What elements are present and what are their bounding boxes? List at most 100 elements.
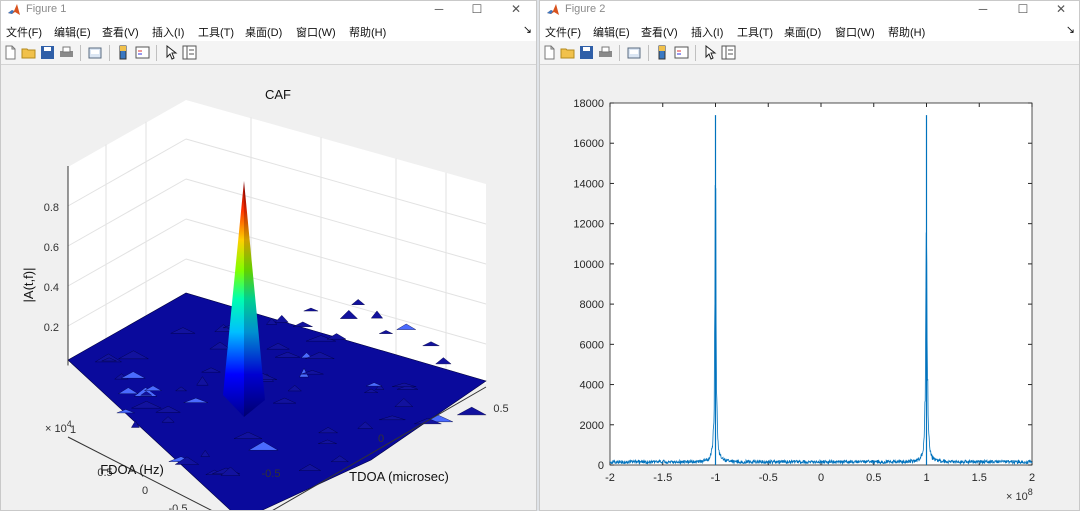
plot-title: CAF [265, 87, 291, 102]
minimize-icon[interactable]: ─ [421, 1, 457, 19]
link-plot-icon[interactable] [627, 45, 642, 60]
y-tick-label: 16000 [573, 138, 604, 150]
new-file-icon[interactable] [3, 45, 18, 60]
dock-arrow-icon[interactable]: ↘ [523, 23, 532, 36]
menu-help[interactable]: 帮助(H) [349, 24, 386, 40]
tdoa-tick-label: 0.5 [493, 403, 508, 415]
save-icon[interactable] [579, 45, 594, 60]
x-tick-label: 1 [923, 472, 929, 484]
menu-desktop[interactable]: 桌面(D) [784, 24, 821, 40]
figure-canvas: -2 -1.5 -1 -0.5 0 0.5 1 1.5 2 0 2000 4000 6000 8000 10… [540, 65, 1079, 510]
plot-area [609, 102, 1033, 466]
x-tick-label: -2 [605, 472, 615, 484]
x-axis-label: TDOA (microsec) [349, 469, 449, 484]
property-editor-icon[interactable] [182, 45, 197, 60]
menu-edit[interactable]: 编辑(E) [54, 24, 91, 40]
x-tick-label: -1.5 [653, 472, 672, 484]
surface-ripple [457, 406, 487, 416]
x-tick-label: 0.5 [866, 472, 881, 484]
y-axis-label: FDOA (Hz) [100, 462, 164, 477]
save-icon[interactable] [40, 45, 55, 60]
menu-view[interactable]: 查看(V) [641, 24, 678, 40]
x-tick-label: 0 [818, 472, 824, 484]
menu-tools[interactable]: 工具(T) [198, 24, 234, 40]
menu-insert[interactable]: 插入(I) [691, 24, 723, 40]
menu-window[interactable]: 窗口(W) [296, 24, 336, 40]
menu-tools[interactable]: 工具(T) [737, 24, 773, 40]
menu-insert[interactable]: 插入(I) [152, 24, 184, 40]
y-tick-label: 14000 [573, 178, 604, 190]
z-tick-label: 0.8 [44, 202, 59, 214]
matlab-logo-icon [547, 4, 559, 15]
z-axis-label: |A(t,f)| [21, 268, 36, 303]
menu-file[interactable]: 文件(F) [6, 24, 42, 40]
fdoa-tick-label: 0 [142, 485, 148, 497]
menu-view[interactable]: 查看(V) [102, 24, 139, 40]
toolbar [1, 41, 536, 65]
y-tick-label: 10000 [573, 259, 604, 271]
toolbar-separator [109, 45, 110, 61]
close-icon[interactable]: ✕ [1043, 1, 1079, 19]
x-exponent: × 108 [1006, 487, 1033, 503]
toolbar-separator [695, 45, 696, 61]
menu-bar: 文件(F) 编辑(E) 查看(V) 插入(I) 工具(T) 桌面(D) 窗口(W… [540, 19, 1079, 41]
figure-canvas: 0.20.40.60.810.50-0.5-1-0.500.5 CAF |A(t… [1, 65, 536, 510]
new-file-icon[interactable] [542, 45, 557, 60]
matlab-logo-icon [8, 4, 20, 15]
y-tick-label: 6000 [580, 339, 604, 351]
window-title: Figure 1 [26, 3, 67, 15]
close-icon[interactable]: ✕ [498, 1, 534, 19]
surface-plot[interactable]: 0.20.40.60.810.50-0.5-1-0.500.5 CAF |A(t… [1, 65, 536, 511]
maximize-icon[interactable]: ☐ [1005, 1, 1041, 19]
maximize-icon[interactable]: ☐ [459, 1, 495, 19]
window-title: Figure 2 [565, 3, 606, 15]
link-plot-icon[interactable] [88, 45, 103, 60]
dock-arrow-icon[interactable]: ↘ [1066, 23, 1075, 36]
menu-desktop[interactable]: 桌面(D) [245, 24, 282, 40]
x-tick-label: -1 [711, 472, 721, 484]
toolbar [540, 41, 1079, 65]
y-tick-label: 2000 [580, 420, 604, 432]
toolbar-separator [156, 45, 157, 61]
z-tick-label: 0.2 [44, 322, 59, 334]
legend-icon[interactable] [135, 45, 150, 60]
title-bar[interactable]: Figure 2 ─ ☐ ✕ [540, 1, 1079, 19]
title-bar[interactable]: Figure 1 ─ ☐ ✕ [1, 1, 536, 19]
menu-window[interactable]: 窗口(W) [835, 24, 875, 40]
colorbar-icon[interactable] [655, 45, 670, 60]
toolbar-separator [80, 45, 81, 61]
z-tick-label: 0.6 [44, 242, 59, 254]
y-tick-label: 8000 [580, 299, 604, 311]
fdoa-exponent: × 104 [45, 419, 72, 435]
spectrum-plot[interactable]: -2 -1.5 -1 -0.5 0 0.5 1 1.5 2 0 2000 4000 6000 8000 10… [540, 65, 1079, 511]
print-icon[interactable] [598, 45, 613, 60]
menu-help[interactable]: 帮助(H) [888, 24, 925, 40]
menu-edit[interactable]: 编辑(E) [593, 24, 630, 40]
toolbar-separator [619, 45, 620, 61]
tdoa-tick-label: 0 [378, 433, 384, 445]
x-tick-label: 1.5 [972, 472, 987, 484]
open-folder-icon[interactable] [560, 45, 575, 60]
legend-icon[interactable] [674, 45, 689, 60]
y-tick-label: 0 [598, 460, 604, 472]
property-editor-icon[interactable] [721, 45, 736, 60]
y-tick-label: 12000 [573, 219, 604, 231]
x-tick-label: -0.5 [759, 472, 778, 484]
z-tick-label: 0.4 [44, 282, 59, 294]
pointer-icon[interactable] [702, 45, 717, 60]
fdoa-tick-label: -0.5 [169, 503, 188, 511]
y-tick-label: 4000 [580, 380, 604, 392]
y-tick-label: 18000 [573, 98, 604, 110]
figure-1-window: Figure 1 ─ ☐ ✕ 文件(F) 编辑(E) 查看(V) 插入(I) 工… [0, 0, 537, 511]
toolbar-separator [648, 45, 649, 61]
open-folder-icon[interactable] [21, 45, 36, 60]
print-icon[interactable] [59, 45, 74, 60]
minimize-icon[interactable]: ─ [965, 1, 1001, 19]
pointer-icon[interactable] [163, 45, 178, 60]
colorbar-icon[interactable] [116, 45, 131, 60]
figure-2-window: Figure 2 ─ ☐ ✕ 文件(F) 编辑(E) 查看(V) 插入(I) 工… [539, 0, 1080, 511]
menu-file[interactable]: 文件(F) [545, 24, 581, 40]
x-tick-label: 2 [1029, 472, 1035, 484]
tdoa-tick-label: -0.5 [262, 468, 281, 480]
menu-bar: 文件(F) 编辑(E) 查看(V) 插入(I) 工具(T) 桌面(D) 窗口(W… [1, 19, 536, 41]
